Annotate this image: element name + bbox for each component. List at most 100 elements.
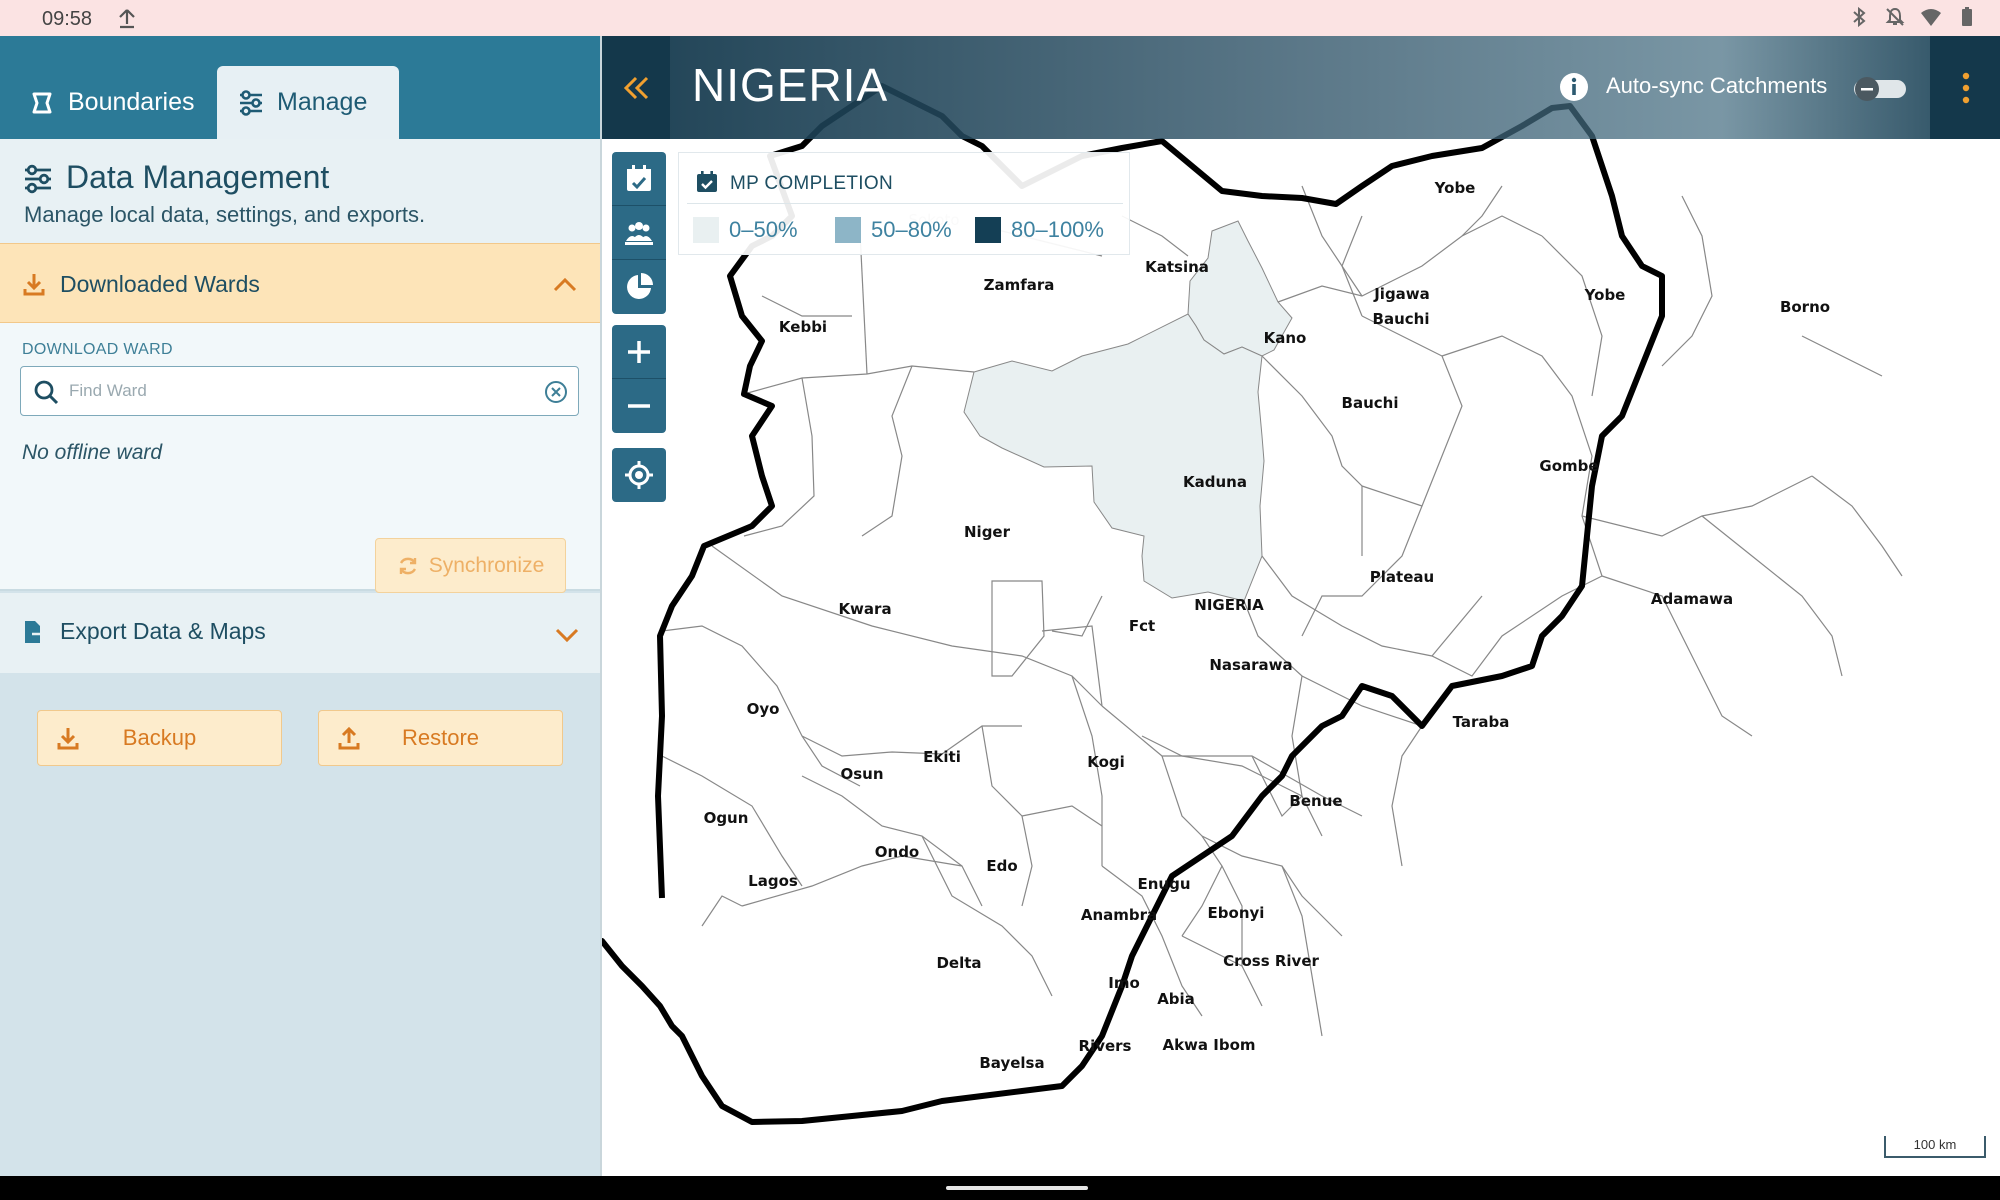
navigation-bar — [0, 1176, 2000, 1200]
chevron-down-icon[interactable] — [554, 626, 580, 644]
tab-bar: Boundaries Manage — [0, 36, 600, 139]
state-label: Anambra — [1080, 906, 1158, 924]
battery-icon — [1962, 7, 1972, 26]
download-ward-label: DOWNLOAD WARD — [22, 341, 173, 358]
state-label: Rivers — [1078, 1037, 1132, 1055]
legend-swatch — [835, 217, 861, 243]
state-label: Gombe — [1539, 457, 1599, 475]
more-menu-button[interactable] — [1930, 36, 2000, 139]
state-label: Nasarawa — [1209, 656, 1293, 674]
state-label: NIGERIA — [1194, 596, 1264, 614]
state-label: Ebonyi — [1207, 904, 1265, 922]
state-label: Bayelsa — [979, 1054, 1045, 1072]
tab-manage[interactable]: Manage — [217, 66, 399, 139]
scale-label: 100 km — [1913, 1137, 1957, 1152]
map-view[interactable]: SokotoYobeKatsinaZamfaraKebbiJigawaBauch… — [600, 36, 2000, 1176]
state-label: Edo — [986, 857, 1018, 875]
minus-icon — [628, 404, 650, 408]
scale-bar: 100 km — [1884, 1136, 1986, 1158]
state-label: Ekiti — [923, 748, 961, 766]
state-label: Bauchi — [1341, 394, 1399, 412]
locate-button[interactable] — [612, 448, 666, 502]
tab-manage-label: Manage — [277, 88, 368, 116]
restore-label: Restore — [401, 725, 480, 750]
sync-icon — [399, 557, 416, 574]
calendar-check-button[interactable] — [612, 152, 666, 206]
zoom-in-button[interactable] — [612, 325, 666, 379]
boundaries-icon — [32, 92, 52, 113]
clear-icon[interactable] — [544, 380, 568, 404]
state-label: Niger — [963, 523, 1011, 541]
legend-swatch — [693, 217, 719, 243]
state-label: Taraba — [1452, 713, 1510, 731]
layer-tools — [612, 152, 666, 314]
state-label: Bauchi — [1372, 310, 1430, 328]
file-export-icon — [25, 621, 46, 643]
map-legend: MP COMPLETION 0–50% 50–80% 80–100% — [678, 152, 1130, 255]
legend-item-label: 0–50% — [729, 217, 798, 242]
autosync-toggle[interactable] — [1852, 76, 1908, 102]
state-label: Adamawa — [1650, 590, 1734, 608]
ward-search-input[interactable] — [69, 377, 529, 405]
download-icon — [57, 728, 79, 750]
state-label: Yobe — [1584, 286, 1626, 304]
downloaded-wards-header[interactable]: Downloaded Wards — [0, 243, 600, 323]
more-vertical-icon — [1962, 72, 1970, 103]
chart-button[interactable] — [612, 260, 666, 314]
legend-item-label: 50–80% — [871, 217, 952, 242]
synchronize-button[interactable]: Synchronize — [375, 538, 566, 593]
population-button[interactable] — [612, 206, 666, 260]
ward-search-box[interactable] — [20, 366, 579, 416]
downloaded-wards-title: Downloaded Wards — [60, 271, 260, 297]
state-label: Ondo — [874, 843, 920, 861]
chevrons-left-icon — [623, 76, 649, 99]
state-kaduna[interactable] — [963, 313, 1265, 602]
zoom-out-button[interactable] — [612, 379, 666, 433]
status-time: 09:58 — [42, 8, 93, 30]
state-label: Delta — [936, 954, 982, 972]
state-label: Oyo — [746, 700, 780, 718]
state-label: Osun — [840, 765, 884, 783]
wifi-icon — [1921, 9, 1941, 26]
state-label: Cross River — [1223, 952, 1319, 970]
search-icon — [34, 380, 59, 405]
legend-item: 0–50% — [693, 217, 798, 243]
status-bar: 09:58 — [0, 0, 2000, 36]
download-ward-panel: DOWNLOAD WARD No offline ward Synchroniz… — [0, 323, 600, 593]
zoom-tools — [612, 325, 666, 433]
export-header[interactable]: Export Data & Maps — [0, 593, 600, 673]
collapse-panel-button[interactable] — [602, 36, 670, 139]
export-title: Export Data & Maps — [60, 618, 266, 644]
plus-icon — [628, 340, 650, 363]
sliders-icon — [240, 89, 262, 116]
state-label: Kaduna — [1183, 473, 1247, 491]
legend-swatch — [975, 217, 1001, 243]
state-label: Benue — [1289, 792, 1343, 810]
state-label: Yobe — [1434, 179, 1476, 197]
legend-item: 80–100% — [975, 217, 1104, 243]
left-panel: Boundaries Manage Data Management Manage… — [0, 36, 600, 1176]
page-title: Data Management — [66, 159, 330, 195]
bluetooth-icon — [1853, 6, 1866, 28]
state-label: Kebbi — [778, 318, 828, 336]
info-icon[interactable] — [1559, 72, 1589, 102]
state-label: Kwara — [838, 600, 892, 618]
state-label: Zamfara — [983, 276, 1055, 294]
state-label: Kogi — [1087, 753, 1125, 771]
state-label: Kano — [1263, 329, 1307, 347]
tab-boundaries-label: Boundaries — [68, 88, 195, 116]
map-title: NIGERIA — [692, 59, 889, 111]
calendar-check-icon — [627, 164, 651, 191]
legend-title: MP COMPLETION — [730, 173, 893, 194]
home-handle[interactable] — [946, 1186, 1088, 1190]
state-label: Fct — [1128, 617, 1156, 635]
chevron-up-icon[interactable] — [552, 274, 578, 294]
upload-icon — [338, 726, 360, 750]
location-tools — [612, 448, 666, 502]
backup-button[interactable]: Backup — [37, 710, 282, 766]
state-label: Plateau — [1369, 568, 1435, 586]
state-label: Akwa Ibom — [1162, 1036, 1256, 1054]
map-header: NIGERIA Auto-sync Catchments — [602, 36, 2000, 139]
restore-button[interactable]: Restore — [318, 710, 563, 766]
tab-boundaries[interactable]: Boundaries — [8, 66, 214, 139]
